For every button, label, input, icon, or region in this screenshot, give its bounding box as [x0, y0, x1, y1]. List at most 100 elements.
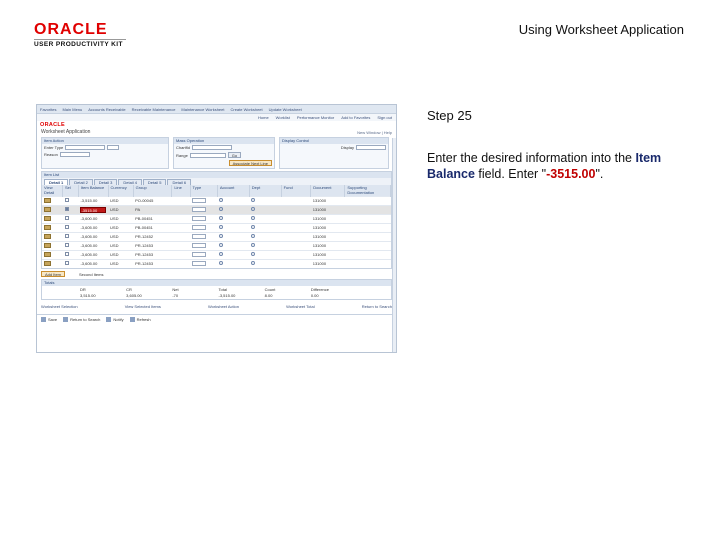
lookup-icon[interactable]: [219, 234, 224, 238]
item-balance-field[interactable]: -3515.00: [80, 206, 107, 213]
account-cell[interactable]: [217, 195, 250, 205]
table-row[interactable]: -3,605.00 USD PR-12453 131000: [42, 240, 391, 250]
lookup-icon[interactable]: [251, 234, 256, 238]
lookup-icon[interactable]: [251, 198, 256, 202]
breadcrumb-item[interactable]: Accounts Receivable: [88, 107, 125, 112]
type-cell[interactable]: [190, 213, 218, 223]
item-balance-cell[interactable]: -3,600.00: [78, 213, 109, 223]
select-cell[interactable]: [62, 204, 79, 214]
select-checkbox[interactable]: [64, 216, 69, 220]
dept-cell[interactable]: [249, 231, 282, 241]
table-row[interactable]: -3,605.00 USD PR-12453 131000: [42, 258, 391, 268]
dept-cell[interactable]: [249, 222, 282, 232]
table-row[interactable]: -3,600.00 USD PB-00451 131000: [42, 213, 391, 223]
type-input[interactable]: [192, 251, 207, 257]
select-cell[interactable]: [62, 195, 79, 205]
type-input[interactable]: [192, 242, 207, 248]
breadcrumb-item[interactable]: Update Worksheet: [269, 107, 302, 112]
nav-signout-link[interactable]: Sign out: [377, 115, 392, 120]
nav-favorites-link[interactable]: Add to Favorites: [341, 115, 370, 120]
detail-icon[interactable]: [44, 224, 51, 230]
account-cell[interactable]: [217, 258, 250, 268]
link-view-selected-items[interactable]: View Selected Items: [125, 304, 161, 309]
breadcrumb-item[interactable]: Create Worksheet: [230, 107, 262, 112]
item-balance-cell[interactable]: -3,605.00: [78, 258, 109, 268]
item-balance-field[interactable]: -3,605.00: [80, 225, 97, 230]
detail-icon[interactable]: [44, 260, 51, 266]
lookup-icon[interactable]: [219, 261, 224, 266]
select-checkbox[interactable]: [64, 252, 69, 256]
table-row[interactable]: -3,515.00 USD PO-00045 131000: [42, 195, 391, 205]
account-cell[interactable]: [217, 213, 250, 223]
select-cell[interactable]: [62, 213, 79, 223]
link-return-to-search[interactable]: Return to Search: [362, 304, 392, 309]
view-detail-cell[interactable]: [42, 249, 63, 259]
lookup-icon[interactable]: [219, 243, 224, 247]
enter-type-lookup[interactable]: [107, 145, 120, 150]
type-cell[interactable]: [190, 222, 218, 232]
breadcrumb-item[interactable]: Receivable Maintenance: [132, 107, 176, 112]
select-cell[interactable]: [62, 231, 79, 241]
vertical-scrollbar[interactable]: [392, 138, 396, 352]
account-cell[interactable]: [217, 240, 250, 250]
table-row[interactable]: -3,605.00 USD PR-12453 131000: [42, 249, 391, 259]
link-worksheet-selection[interactable]: Worksheet Selection: [41, 304, 78, 309]
detail-icon[interactable]: [44, 215, 51, 221]
refresh-button[interactable]: Refresh: [129, 317, 151, 322]
view-detail-cell[interactable]: [42, 195, 63, 205]
view-detail-cell[interactable]: [42, 231, 63, 241]
breadcrumb-item[interactable]: Favorites: [40, 107, 56, 112]
reason-input[interactable]: [59, 152, 90, 157]
notify-button[interactable]: Notify: [106, 317, 124, 322]
type-input[interactable]: [192, 224, 207, 230]
item-balance-field[interactable]: -3,605.00: [80, 261, 97, 266]
select-cell[interactable]: [62, 249, 79, 259]
nav-performance-link[interactable]: Performance Monitor: [297, 115, 334, 120]
type-cell[interactable]: [190, 231, 218, 241]
lookup-icon[interactable]: [251, 252, 256, 256]
type-input[interactable]: [192, 260, 207, 266]
dept-cell[interactable]: [249, 258, 282, 268]
nav-worklist-link[interactable]: Worklist: [276, 115, 290, 120]
item-balance-field[interactable]: -3,600.00: [80, 216, 97, 221]
lookup-icon[interactable]: [251, 207, 256, 211]
dept-cell[interactable]: [249, 240, 282, 250]
lookup-icon[interactable]: [219, 198, 224, 202]
lookup-icon[interactable]: [251, 261, 256, 266]
view-detail-cell[interactable]: [42, 222, 63, 232]
select-checkbox[interactable]: [64, 198, 69, 202]
dept-cell[interactable]: [249, 249, 282, 259]
type-input[interactable]: [192, 206, 207, 212]
select-cell[interactable]: [62, 258, 79, 268]
item-balance-field[interactable]: -3,605.00: [80, 243, 97, 248]
select-cell[interactable]: [62, 240, 79, 250]
enter-type-select[interactable]: [65, 145, 106, 150]
view-detail-cell[interactable]: [42, 258, 63, 268]
item-balance-cell[interactable]: -3,605.00: [78, 249, 109, 259]
account-cell[interactable]: [217, 249, 250, 259]
item-balance-field[interactable]: -3,605.00: [80, 234, 97, 239]
select-checkbox[interactable]: [64, 207, 69, 211]
return-to-search-button[interactable]: Return to Search: [63, 317, 100, 322]
link-worksheet-total[interactable]: Worksheet Total: [286, 304, 315, 309]
item-balance-field[interactable]: -3,515.00: [80, 198, 97, 203]
select-checkbox[interactable]: [64, 243, 69, 247]
type-cell[interactable]: [190, 258, 218, 268]
chartfield-select[interactable]: [192, 145, 233, 150]
item-balance-cell[interactable]: -3,605.00: [78, 222, 109, 232]
type-input[interactable]: [192, 197, 207, 203]
view-detail-cell[interactable]: [42, 213, 63, 223]
item-balance-cell[interactable]: -3515.00: [78, 204, 109, 214]
display-select[interactable]: [356, 145, 386, 150]
dept-cell[interactable]: [249, 213, 282, 223]
page-title-links[interactable]: New Window | Help: [357, 130, 392, 135]
item-balance-cell[interactable]: -3,605.00: [78, 240, 109, 250]
account-cell[interactable]: [217, 204, 250, 214]
link-worksheet-action[interactable]: Worksheet Action: [208, 304, 239, 309]
item-balance-field[interactable]: -3,605.00: [80, 252, 97, 257]
dept-cell[interactable]: [249, 195, 282, 205]
account-cell[interactable]: [217, 222, 250, 232]
add-item-button[interactable]: Add Item: [41, 271, 66, 277]
type-cell[interactable]: [190, 204, 218, 214]
breadcrumb-item[interactable]: Maintenance Worksheet: [181, 107, 224, 112]
